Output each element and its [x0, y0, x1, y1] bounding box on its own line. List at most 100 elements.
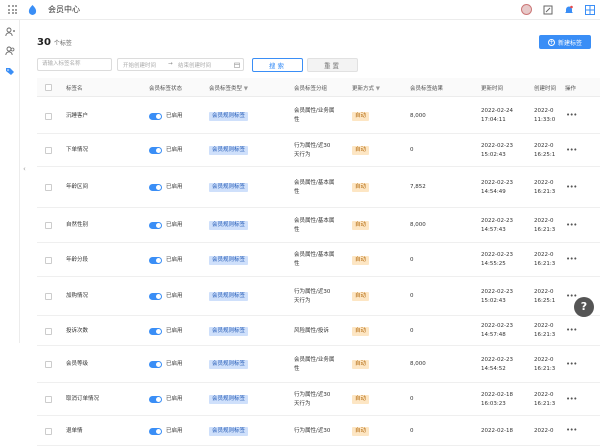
tag-group: 天行为	[294, 297, 311, 304]
table-row[interactable]: 年龄分段 已启用 会员规则标签 会员属性/基本属性 自动 0 2022-02-23 14:55…	[37, 243, 600, 277]
col-tag-name: 标签名	[66, 86, 83, 92]
row-checkbox[interactable]	[45, 147, 52, 154]
more-icon[interactable]: •••	[566, 395, 577, 403]
more-icon[interactable]: •••	[566, 326, 577, 334]
row-checkbox[interactable]	[45, 256, 52, 264]
table-row[interactable]: 下单情况 已启用 会员规则标签 行为属性/近30 天行为 自动 0 2022-02-23 15:…	[37, 134, 600, 167]
tag-type-badge: 会员规则标签	[209, 292, 249, 301]
col-update-mode[interactable]: 更新方式 ▼	[352, 84, 380, 92]
row-checkbox[interactable]	[45, 222, 52, 229]
start-date-input[interactable]: 开始创建时间	[123, 61, 156, 69]
status-toggle[interactable]	[149, 396, 162, 403]
app-logo-icon	[28, 5, 37, 15]
more-icon[interactable]: •••	[566, 221, 577, 229]
tag-result: 0	[410, 396, 414, 402]
table-row[interactable]: 年龄区间 已启用 会员规则标签 会员属性/基本属性 自动 7,852 2022-02-23 1…	[37, 167, 600, 208]
grid-icon[interactable]	[8, 5, 17, 14]
tag-type-badge: 会员规则标签	[209, 360, 249, 369]
col-status: 会员标签状态	[149, 86, 183, 92]
status-label: 已启用	[166, 327, 183, 334]
updated-time: 2022-02-23	[481, 142, 513, 149]
more-icon[interactable]: •••	[566, 255, 577, 263]
more-icon[interactable]: •••	[566, 111, 577, 119]
row-checkbox[interactable]	[45, 361, 52, 368]
sidebar	[0, 20, 20, 343]
user-avatar[interactable]	[520, 3, 533, 16]
table-row[interactable]: 投诉次数 已启用 会员规则标签 风险属性/投诉 自动 0 2022-02-23 14:57:4…	[37, 316, 600, 346]
table-row[interactable]: 自然性别 已启用 会员规则标签 会员属性/基本属性 自动 8,000 2022-02-23 1…	[37, 208, 600, 243]
table-row[interactable]: 退单情 已启用 会员规则标签 行为属性/近30 自动 0 2022-02-18 2022-0 •…	[37, 416, 600, 446]
tag-count: 30 个标签	[37, 37, 72, 48]
status-toggle[interactable]	[149, 256, 162, 264]
tag-result: 0	[410, 427, 414, 434]
updated-time: 14:55:25	[481, 261, 506, 267]
status-toggle[interactable]	[149, 184, 162, 191]
bell-icon[interactable]	[562, 3, 575, 16]
more-icon[interactable]: •••	[566, 426, 577, 434]
tag-name-input[interactable]: 请输入标签名称	[37, 58, 112, 71]
table-header: 标签名 会员标签状态 会员标签类型 ▼ 会员标签分组 更新方式 ▼ 会员标签结果…	[37, 78, 600, 97]
created-time: 11:33:0	[534, 117, 556, 123]
table-row[interactable]: 沉睡客户 已启用 会员规则标签 会员属性/业务属性 自动 8,000 2022-02-24 1…	[37, 98, 600, 134]
filter-icon[interactable]: ▼	[244, 86, 248, 92]
edit-icon[interactable]	[541, 3, 554, 16]
plus-circle-icon: +	[547, 38, 555, 46]
new-tag-label: 新建标签	[557, 39, 582, 47]
filter-bar: 请输入标签名称 开始创建时间 → 结束创建时间 搜索 重置	[37, 58, 597, 72]
table-row[interactable]: 取消订单情况 已启用 会员规则标签 行为属性/近30 天行为 自动 0 2022-02-18 1…	[37, 383, 600, 416]
end-date-input[interactable]: 结束创建时间	[178, 61, 211, 69]
updated-time: 2022-02-23	[481, 323, 513, 329]
update-mode-badge: 自动	[352, 146, 370, 155]
tag-type-badge: 会员规则标签	[209, 221, 249, 230]
row-checkbox[interactable]	[45, 112, 52, 120]
tag-result: 8,000	[410, 361, 426, 367]
tag-name: 沉睡客户	[66, 112, 89, 119]
reset-button[interactable]: 重置	[307, 58, 358, 72]
row-checkbox[interactable]	[45, 427, 52, 435]
layout-icon[interactable]	[583, 3, 596, 16]
status-label: 已启用	[166, 256, 183, 263]
tag-type-badge: 会员规则标签	[209, 111, 249, 121]
more-icon[interactable]: •••	[566, 292, 577, 300]
tag-result: 8,000	[410, 222, 426, 228]
status-toggle[interactable]	[149, 222, 162, 229]
row-checkbox[interactable]	[45, 293, 52, 300]
more-icon[interactable]: •••	[566, 146, 577, 154]
status-toggle[interactable]	[149, 327, 162, 335]
status-toggle[interactable]	[149, 112, 162, 120]
table-row[interactable]: 会员等级 已启用 会员规则标签 会员属性/业务属性 自动 8,000 2022-02-23 1…	[37, 346, 600, 383]
row-checkbox[interactable]	[45, 327, 52, 335]
status-label: 已启用	[166, 222, 183, 228]
table-row[interactable]: 加购情况 已启用 会员规则标签 行为属性/近30 天行为 自动 0 2022-02-23 15:…	[37, 277, 600, 316]
search-button[interactable]: 搜索	[252, 58, 303, 72]
row-checkbox[interactable]	[45, 396, 52, 403]
row-checkbox[interactable]	[45, 184, 52, 191]
date-range-picker[interactable]: 开始创建时间 → 结束创建时间	[117, 58, 244, 71]
range-arrow: →	[168, 61, 173, 67]
tag-result: 0	[410, 256, 414, 263]
updated-time: 2022-02-23	[481, 179, 513, 186]
new-tag-button[interactable]: + 新建标签	[539, 35, 591, 49]
status-toggle[interactable]	[149, 427, 162, 435]
more-icon[interactable]: •••	[566, 360, 577, 368]
filter-icon[interactable]: ▼	[376, 86, 380, 92]
top-bar: 会员中心	[0, 0, 600, 20]
user-icon[interactable]	[5, 27, 15, 37]
status-toggle[interactable]	[149, 293, 162, 300]
help-icon[interactable]: ?	[574, 297, 594, 317]
main-content: 30 个标签 + 新建标签 请输入标签名称 开始创建时间 → 结束创建时间 搜索…	[20, 20, 600, 446]
tag-group: 性	[294, 365, 300, 372]
update-mode-badge: 自动	[352, 183, 370, 192]
more-icon[interactable]: •••	[566, 183, 577, 191]
updated-time: 15:02:43	[481, 297, 506, 304]
users-icon[interactable]	[5, 46, 15, 56]
tag-group: 天行为	[294, 151, 311, 158]
status-toggle[interactable]	[149, 147, 162, 154]
updated-time: 14:57:43	[481, 226, 506, 233]
col-type[interactable]: 会员标签类型 ▼	[209, 84, 248, 92]
tag-icon[interactable]	[5, 66, 15, 76]
status-toggle[interactable]	[149, 361, 162, 368]
created-time: 16:21:3	[534, 400, 556, 407]
select-all-checkbox[interactable]	[45, 84, 52, 91]
tag-type-badge: 会员规则标签	[209, 395, 249, 404]
